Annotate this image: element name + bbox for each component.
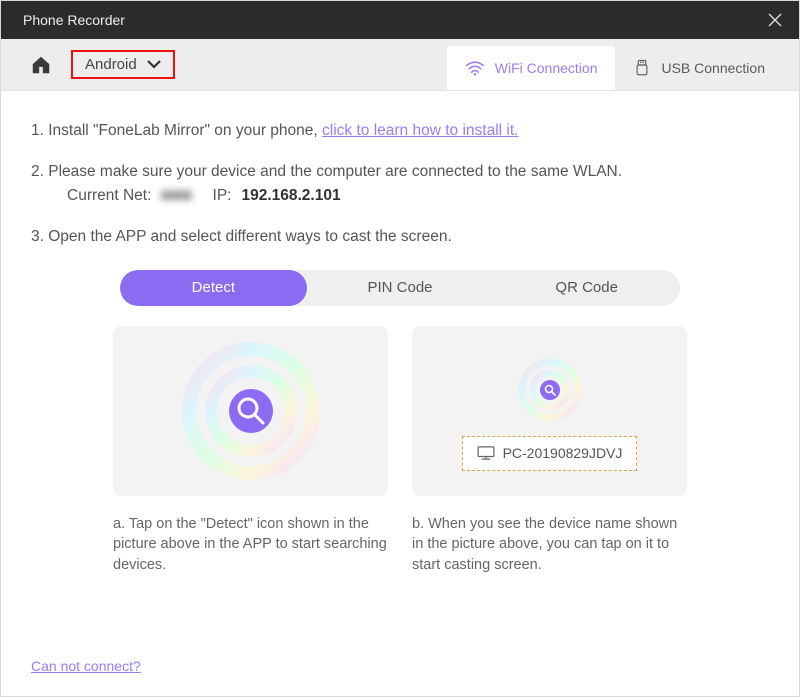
usb-icon [633, 59, 651, 77]
cast-tab-qr[interactable]: QR Code [493, 270, 680, 306]
tab-usb-label: USB Connection [661, 60, 765, 76]
content-area: 1. Install "FoneLab Mirror" on your phon… [1, 91, 799, 696]
ip-value: 192.168.2.101 [241, 184, 340, 207]
cannot-connect-link[interactable]: Can not connect? [31, 658, 141, 674]
tab-usb-connection[interactable]: USB Connection [615, 46, 783, 90]
home-icon [30, 54, 52, 76]
device-name-text: PC-20190829JDVJ [503, 443, 623, 464]
current-net-label: Current Net: [67, 184, 151, 207]
connection-tabs: WiFi Connection USB Connection [447, 39, 783, 90]
caption-a: a. Tap on the "Detect" icon shown in the… [113, 514, 388, 575]
detect-small-illustration [518, 358, 582, 422]
tab-wifi-label: WiFi Connection [495, 60, 598, 76]
step-2-text: 2. Please make sure your device and the … [31, 160, 769, 183]
home-button[interactable] [29, 53, 53, 77]
wifi-icon [465, 60, 485, 76]
footer: Can not connect? [31, 635, 769, 678]
step-3-text: 3. Open the APP and select different way… [31, 225, 769, 248]
close-button[interactable] [765, 10, 785, 30]
step-2: 2. Please make sure your device and the … [31, 160, 769, 207]
toolbar: Android WiFi Connection USB Connection [1, 39, 799, 91]
cast-tab-detect[interactable]: Detect [120, 270, 307, 306]
cast-tab-pin-label: PIN Code [367, 277, 432, 300]
panel-detect [113, 326, 388, 496]
monitor-icon [477, 446, 495, 460]
app-window: Phone Recorder Android WiFi Connection U… [0, 0, 800, 697]
chevron-down-icon [147, 56, 161, 73]
close-icon [767, 12, 783, 28]
tab-wifi-connection[interactable]: WiFi Connection [447, 46, 616, 90]
captions-row: a. Tap on the "Detect" icon shown in the… [31, 514, 769, 575]
current-net-value: ■■■ [161, 184, 192, 207]
cast-tab-qr-label: QR Code [555, 277, 618, 300]
cast-tab-pin[interactable]: PIN Code [307, 270, 494, 306]
platform-label: Android [85, 56, 137, 73]
network-info-row: Current Net: ■■■ IP: 192.168.2.101 [67, 184, 769, 207]
panel-device: PC-20190829JDVJ [412, 326, 687, 496]
ip-label: IP: [213, 184, 232, 207]
cast-method-tabs: Detect PIN Code QR Code [120, 270, 680, 306]
app-title: Phone Recorder [23, 12, 125, 28]
step-1: 1. Install "FoneLab Mirror" on your phon… [31, 119, 769, 142]
caption-b: b. When you see the device name shown in… [412, 514, 687, 575]
illustration-panels: PC-20190829JDVJ [31, 326, 769, 496]
step-3: 3. Open the APP and select different way… [31, 225, 769, 248]
detect-illustration [181, 341, 321, 481]
platform-dropdown[interactable]: Android [71, 50, 175, 79]
device-name-box[interactable]: PC-20190829JDVJ [462, 436, 638, 471]
cast-tab-detect-label: Detect [192, 277, 235, 300]
step-1-text: 1. Install "FoneLab Mirror" on your phon… [31, 122, 322, 139]
install-help-link[interactable]: click to learn how to install it. [322, 122, 518, 139]
titlebar: Phone Recorder [1, 1, 799, 39]
